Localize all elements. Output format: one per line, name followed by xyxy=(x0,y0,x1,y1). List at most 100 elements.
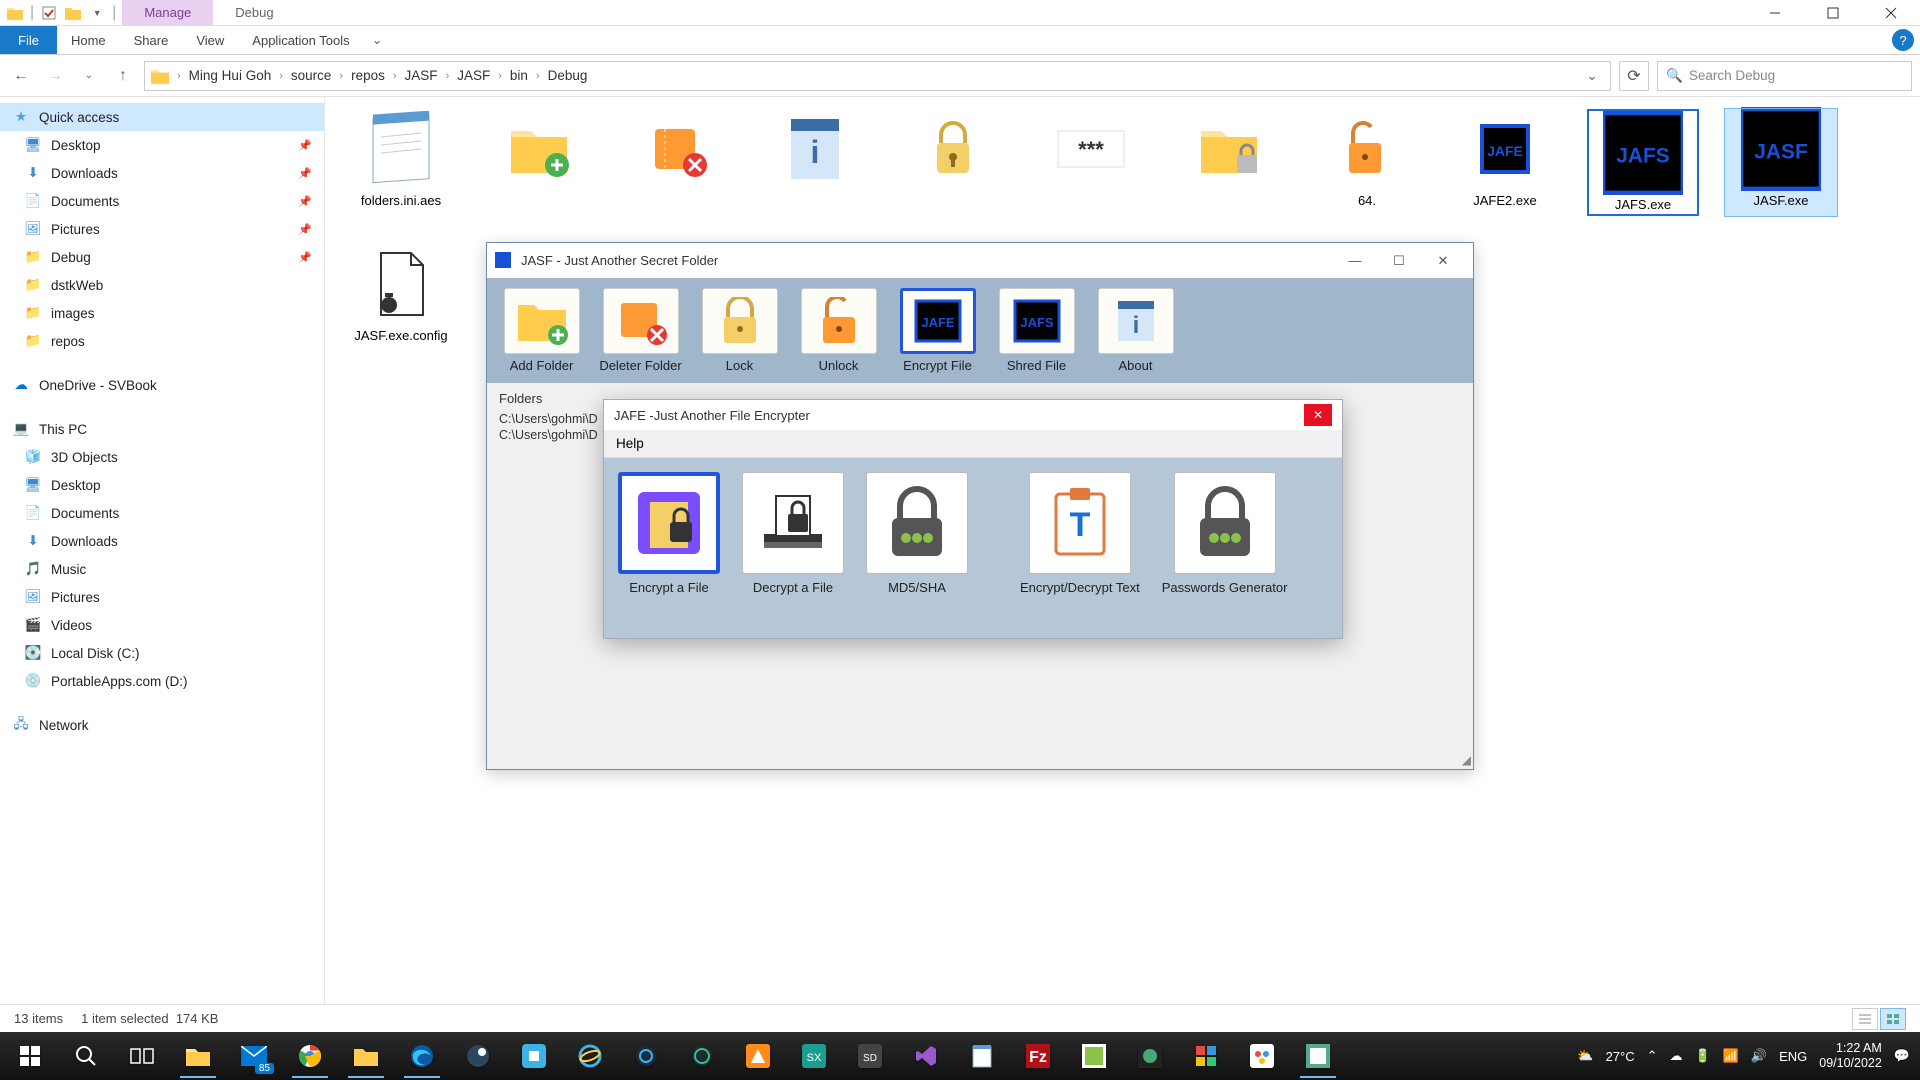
taskbar-ie[interactable] xyxy=(562,1032,618,1080)
sidebar-item-debug[interactable]: 📁Debug📌 xyxy=(0,243,324,271)
taskbar-paint[interactable] xyxy=(1234,1032,1290,1080)
chevron-right-icon[interactable]: › xyxy=(335,70,347,82)
taskbar-app-4[interactable] xyxy=(730,1032,786,1080)
notifications-icon[interactable]: 💬 xyxy=(1894,1048,1910,1064)
sidebar-item-documents[interactable]: 📄Documents📌 xyxy=(0,187,324,215)
encrypt-file-button[interactable]: Encrypt a File xyxy=(618,472,720,624)
sidebar-item-images[interactable]: 📁images xyxy=(0,299,324,327)
maximize-button[interactable]: ☐ xyxy=(1377,246,1421,276)
battery-icon[interactable]: 🔋 xyxy=(1695,1048,1711,1064)
chevron-right-icon[interactable]: › xyxy=(532,70,544,82)
taskbar-app-3[interactable] xyxy=(674,1032,730,1080)
sidebar-this-pc[interactable]: 💻This PC xyxy=(0,415,324,443)
checkbox-icon[interactable] xyxy=(40,4,58,22)
sidebar-item-local-disk[interactable]: 💽Local Disk (C:) xyxy=(0,639,324,667)
file-item[interactable]: i xyxy=(759,109,871,216)
taskbar-app-7[interactable] xyxy=(1066,1032,1122,1080)
file-item[interactable] xyxy=(621,109,733,216)
close-button[interactable]: ✕ xyxy=(1304,404,1332,426)
taskbar-chrome[interactable] xyxy=(282,1032,338,1080)
sidebar-item-dstkweb[interactable]: 📁dstkWeb xyxy=(0,271,324,299)
file-item[interactable] xyxy=(483,109,595,216)
chevron-right-icon[interactable]: › xyxy=(173,70,185,82)
chevron-right-icon[interactable]: › xyxy=(494,70,506,82)
home-tab[interactable]: Home xyxy=(57,26,120,54)
password-generator-button[interactable]: Passwords Generator xyxy=(1162,472,1288,624)
taskbar-app-9[interactable] xyxy=(1178,1032,1234,1080)
application-tools-tab[interactable]: Application Tools xyxy=(238,26,363,54)
details-view-button[interactable] xyxy=(1852,1008,1878,1030)
file-item[interactable]: JAFE JAFE2.exe xyxy=(1449,109,1561,216)
weather-temp[interactable]: 27°C xyxy=(1606,1049,1635,1064)
breadcrumb[interactable]: source xyxy=(291,68,332,83)
about-button[interactable]: i About xyxy=(1093,288,1178,373)
taskbar-app-1[interactable] xyxy=(506,1032,562,1080)
taskbar-notepad[interactable] xyxy=(954,1032,1010,1080)
address-dropdown-icon[interactable]: ⌄ xyxy=(1580,68,1604,84)
ribbon-collapse-icon[interactable]: ⌄ xyxy=(364,26,391,54)
taskbar-steam[interactable] xyxy=(450,1032,506,1080)
encrypt-file-button[interactable]: JAFE Encrypt File xyxy=(895,288,980,373)
up-button[interactable]: ↑ xyxy=(110,63,136,89)
search-button[interactable] xyxy=(58,1032,114,1080)
breadcrumb[interactable]: repos xyxy=(351,68,385,83)
taskbar-app-6[interactable]: SD xyxy=(842,1032,898,1080)
wifi-icon[interactable]: 📶 xyxy=(1723,1048,1739,1064)
close-button[interactable] xyxy=(1862,0,1920,26)
file-item[interactable]: JASF JASF.exe xyxy=(1725,109,1837,216)
recent-dropdown-icon[interactable]: ⌄ xyxy=(76,63,102,89)
forward-button[interactable]: → xyxy=(42,63,68,89)
file-item[interactable]: JAFS JAFS.exe xyxy=(1587,109,1699,216)
sidebar-item-videos[interactable]: 🎬Videos xyxy=(0,611,324,639)
chevron-right-icon[interactable]: › xyxy=(389,70,401,82)
sidebar-item-pictures[interactable]: 🖼Pictures📌 xyxy=(0,215,324,243)
icons-view-button[interactable] xyxy=(1880,1008,1906,1030)
address-bar[interactable]: › Ming Hui Goh › source › repos › JASF ›… xyxy=(144,61,1611,91)
sidebar-item-documents[interactable]: 📄Documents xyxy=(0,499,324,527)
help-menu[interactable]: Help xyxy=(616,436,644,451)
md5-sha-button[interactable]: MD5/SHA xyxy=(866,472,968,624)
file-item[interactable]: *** xyxy=(1035,109,1147,216)
start-button[interactable] xyxy=(2,1032,58,1080)
file-item[interactable] xyxy=(1173,109,1285,216)
sidebar-item-desktop[interactable]: 🖥Desktop📌 xyxy=(0,131,324,159)
file-tab[interactable]: File xyxy=(0,26,57,54)
sidebar-item-repos[interactable]: 📁repos xyxy=(0,327,324,355)
sidebar-onedrive[interactable]: ☁OneDrive - SVBook xyxy=(0,371,324,399)
help-icon[interactable]: ? xyxy=(1892,29,1914,51)
breadcrumb[interactable]: bin xyxy=(510,68,528,83)
breadcrumb[interactable]: JASF xyxy=(405,68,438,83)
sidebar-quick-access[interactable]: ★ Quick access xyxy=(0,103,324,131)
sidebar-item-desktop[interactable]: 🖥Desktop xyxy=(0,471,324,499)
search-input[interactable]: 🔍 Search Debug xyxy=(1657,61,1912,91)
sidebar-item-portable-disk[interactable]: 💿PortableApps.com (D:) xyxy=(0,667,324,695)
view-tab[interactable]: View xyxy=(182,26,238,54)
taskbar-file-explorer[interactable] xyxy=(338,1032,394,1080)
task-view-button[interactable] xyxy=(114,1032,170,1080)
taskbar-app-10[interactable] xyxy=(1290,1032,1346,1080)
shred-file-button[interactable]: JAFS Shred File xyxy=(994,288,1079,373)
taskbar-app-8[interactable] xyxy=(1122,1032,1178,1080)
encrypt-text-button[interactable]: T Encrypt/Decrypt Text xyxy=(1020,472,1140,624)
taskbar-filezilla[interactable]: Fz xyxy=(1010,1032,1066,1080)
sidebar-item-downloads[interactable]: ⬇Downloads📌 xyxy=(0,159,324,187)
breadcrumb[interactable]: JASF xyxy=(457,68,490,83)
back-button[interactable]: ← xyxy=(8,63,34,89)
taskbar-explorer[interactable] xyxy=(170,1032,226,1080)
lock-button[interactable]: Lock xyxy=(697,288,782,373)
breadcrumb[interactable]: Debug xyxy=(548,68,588,83)
qat-dropdown-icon[interactable]: ▼ xyxy=(88,4,106,22)
breadcrumb[interactable]: Ming Hui Goh xyxy=(189,68,272,83)
jasf-titlebar[interactable]: JASF - Just Another Secret Folder — ☐ ✕ xyxy=(487,243,1473,278)
share-tab[interactable]: Share xyxy=(120,26,183,54)
tray-chevron-icon[interactable]: ⌃ xyxy=(1647,1048,1658,1064)
close-button[interactable]: ✕ xyxy=(1421,246,1465,276)
taskbar-edge[interactable] xyxy=(394,1032,450,1080)
minimize-button[interactable]: — xyxy=(1333,246,1377,276)
file-item[interactable]: 64. xyxy=(1311,109,1423,216)
sidebar-item-pictures[interactable]: 🖼Pictures xyxy=(0,583,324,611)
file-item[interactable] xyxy=(897,109,1009,216)
refresh-button[interactable]: ⟳ xyxy=(1619,61,1649,91)
decrypt-file-button[interactable]: Decrypt a File xyxy=(742,472,844,624)
file-item[interactable]: folders.ini.aes xyxy=(345,109,457,216)
